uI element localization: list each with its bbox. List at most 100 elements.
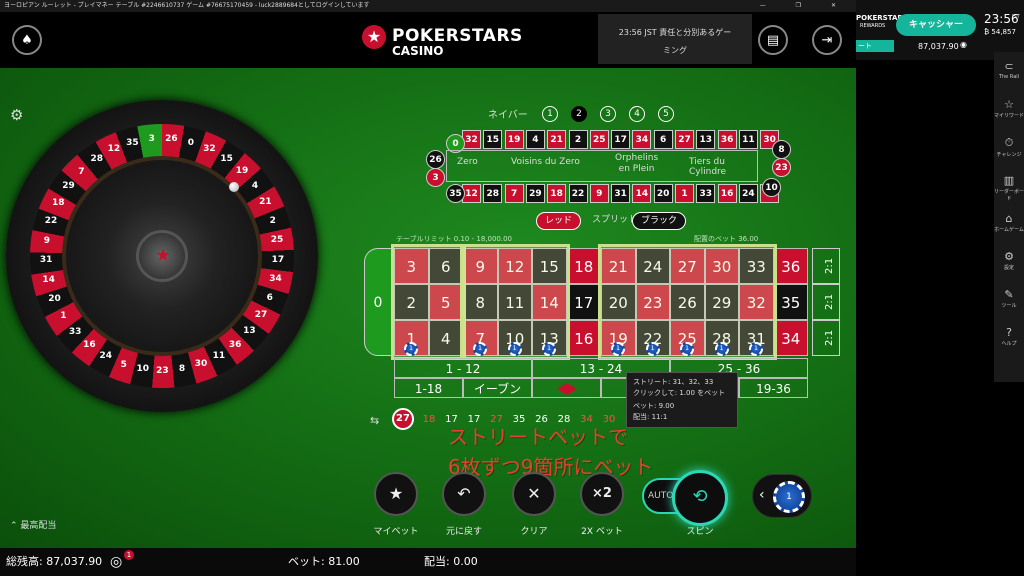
race-cell[interactable]: 19	[504, 130, 524, 149]
race-cell[interactable]: 17	[611, 130, 631, 149]
lobby-button[interactable]: ♠	[12, 25, 42, 55]
my-bet-button[interactable]: ★	[374, 472, 418, 516]
column-bet[interactable]: 2:1	[812, 320, 840, 356]
section-tiers[interactable]: Tiers du Cylindre	[689, 157, 757, 177]
race-cell[interactable]: 7	[504, 184, 524, 203]
number-cell-27[interactable]: 27	[670, 248, 705, 284]
side-menu-item[interactable]: ⌂ ホームゲーム	[994, 212, 1024, 233]
black-toggle[interactable]: ブラック	[632, 212, 687, 230]
gear-icon[interactable]: ⚙	[10, 106, 28, 124]
number-cell-26[interactable]: 26	[670, 284, 705, 320]
number-cell-17[interactable]: 17	[566, 284, 601, 320]
column-bet[interactable]: 2:1	[812, 284, 840, 320]
number-cell-21[interactable]: 21	[601, 248, 636, 284]
number-cell-34[interactable]: 34	[773, 320, 808, 356]
number-cell-23[interactable]: 23	[635, 284, 670, 320]
number-cell-2[interactable]: 2	[394, 284, 429, 320]
side-menu-item[interactable]: ? ヘルプ	[994, 326, 1024, 347]
side-menu-item[interactable]: ⏱ チャレンジ	[994, 136, 1024, 158]
race-cell[interactable]: 22	[568, 184, 588, 203]
eye-icon[interactable]: ◉	[960, 40, 967, 49]
outside-bet-0[interactable]: 1-18	[394, 378, 463, 398]
race-cell[interactable]: 10	[762, 178, 781, 197]
race-cell[interactable]: 4	[525, 130, 545, 149]
cashier-button[interactable]: ▤	[758, 25, 788, 55]
number-cell-11[interactable]: 11	[497, 284, 532, 320]
race-cell[interactable]: 13	[696, 130, 716, 149]
number-cell-24[interactable]: 24	[635, 248, 670, 284]
race-cell[interactable]: 26	[426, 150, 445, 169]
race-cell[interactable]: 1	[675, 184, 694, 203]
race-cell[interactable]: 36	[717, 130, 737, 149]
race-cell[interactable]: 23	[772, 158, 791, 177]
race-cell[interactable]: 18	[547, 184, 567, 203]
race-cell[interactable]: 16	[717, 184, 737, 203]
number-cell-20[interactable]: 20	[601, 284, 636, 320]
chip-selector[interactable]: ‹ 1	[752, 474, 812, 518]
race-cell[interactable]: 29	[525, 184, 545, 203]
neighbor-option-3[interactable]: 3	[600, 106, 616, 122]
outside-bet-1[interactable]: イーブン	[463, 378, 532, 398]
cashier-button[interactable]: キャッシャー	[896, 14, 976, 36]
side-menu-item[interactable]: ▥ リーダーボード	[994, 174, 1024, 202]
number-cell-32[interactable]: 32	[739, 284, 774, 320]
chevron-left-icon[interactable]: ‹	[759, 487, 765, 503]
outside-bet-2[interactable]	[532, 378, 601, 398]
number-cell-12[interactable]: 12	[497, 248, 532, 284]
neighbor-option-5[interactable]: 5	[658, 106, 674, 122]
neighbor-option-2[interactable]: 2	[571, 106, 587, 122]
swap-icon[interactable]: ⇆	[370, 414, 379, 427]
clear-button[interactable]: ✕	[512, 472, 556, 516]
number-cell-15[interactable]: 15	[532, 248, 567, 284]
race-cell[interactable]: 28	[483, 184, 503, 203]
number-cell-35[interactable]: 35	[773, 284, 808, 320]
neighbor-option-1[interactable]: 1	[542, 106, 558, 122]
section-orphelins[interactable]: Orphelins en Plein	[615, 153, 658, 175]
race-cell[interactable]: 15	[483, 130, 503, 149]
window-controls[interactable]: — ❐ ✕	[760, 0, 850, 12]
race-cell[interactable]: 20	[653, 184, 673, 203]
dozen-bet[interactable]: 1 - 12	[394, 358, 532, 378]
race-cell[interactable]: 6	[653, 130, 673, 149]
selected-chip[interactable]: 1	[773, 481, 805, 513]
undo-button[interactable]: ↶	[442, 472, 486, 516]
table-zero[interactable]: 0	[364, 248, 392, 356]
side-menu-item[interactable]: ☆ マイリワード	[994, 98, 1024, 119]
number-cell-36[interactable]: 36	[773, 248, 808, 284]
number-cell-4[interactable]: 4	[428, 320, 463, 356]
race-cell[interactable]: 11	[738, 130, 758, 149]
number-cell-30[interactable]: 30	[704, 248, 739, 284]
double-bet-button[interactable]: ×2	[580, 472, 624, 516]
race-cell[interactable]: 27	[675, 130, 694, 149]
side-menu-item[interactable]: ⊂ The Rail	[994, 60, 1024, 80]
race-cell[interactable]: 33	[696, 184, 716, 203]
section-voisins[interactable]: Voisins du Zero	[511, 157, 580, 167]
section-zero[interactable]: Zero	[457, 157, 478, 167]
racetrack-sections[interactable]: Zero Voisins du Zero Orphelins en Plein …	[446, 150, 758, 182]
race-cell[interactable]: 24	[738, 184, 758, 203]
race-cell[interactable]: 34	[632, 130, 652, 149]
race-cell[interactable]: 31	[611, 184, 631, 203]
neighbor-option-4[interactable]: 4	[629, 106, 645, 122]
column-bet[interactable]: 2:1	[812, 248, 840, 284]
race-cell[interactable]: 9	[589, 184, 609, 203]
exit-button[interactable]: ⇥	[812, 25, 842, 55]
number-cell-8[interactable]: 8	[463, 284, 498, 320]
number-cell-29[interactable]: 29	[704, 284, 739, 320]
race-cell[interactable]: 14	[632, 184, 652, 203]
number-cell-18[interactable]: 18	[566, 248, 601, 284]
spin-button[interactable]: ⟲	[672, 470, 728, 526]
number-cell-16[interactable]: 16	[566, 320, 601, 356]
red-toggle[interactable]: レッド	[536, 212, 582, 230]
race-cell[interactable]: 3	[426, 168, 445, 187]
number-cell-14[interactable]: 14	[532, 284, 567, 320]
number-cell-9[interactable]: 9	[463, 248, 498, 284]
race-cell[interactable]: 35	[446, 184, 465, 203]
outside-bet-5[interactable]: 19-36	[739, 378, 808, 398]
target-icon[interactable]: ◎	[110, 548, 122, 576]
race-cell[interactable]: 32	[462, 130, 481, 149]
number-cell-6[interactable]: 6	[428, 248, 463, 284]
race-cell[interactable]: 25	[589, 130, 609, 149]
max-payout-toggle[interactable]: ⌃ 最高配当	[10, 518, 56, 531]
side-menu-item[interactable]: ✎ ツール	[994, 288, 1024, 309]
